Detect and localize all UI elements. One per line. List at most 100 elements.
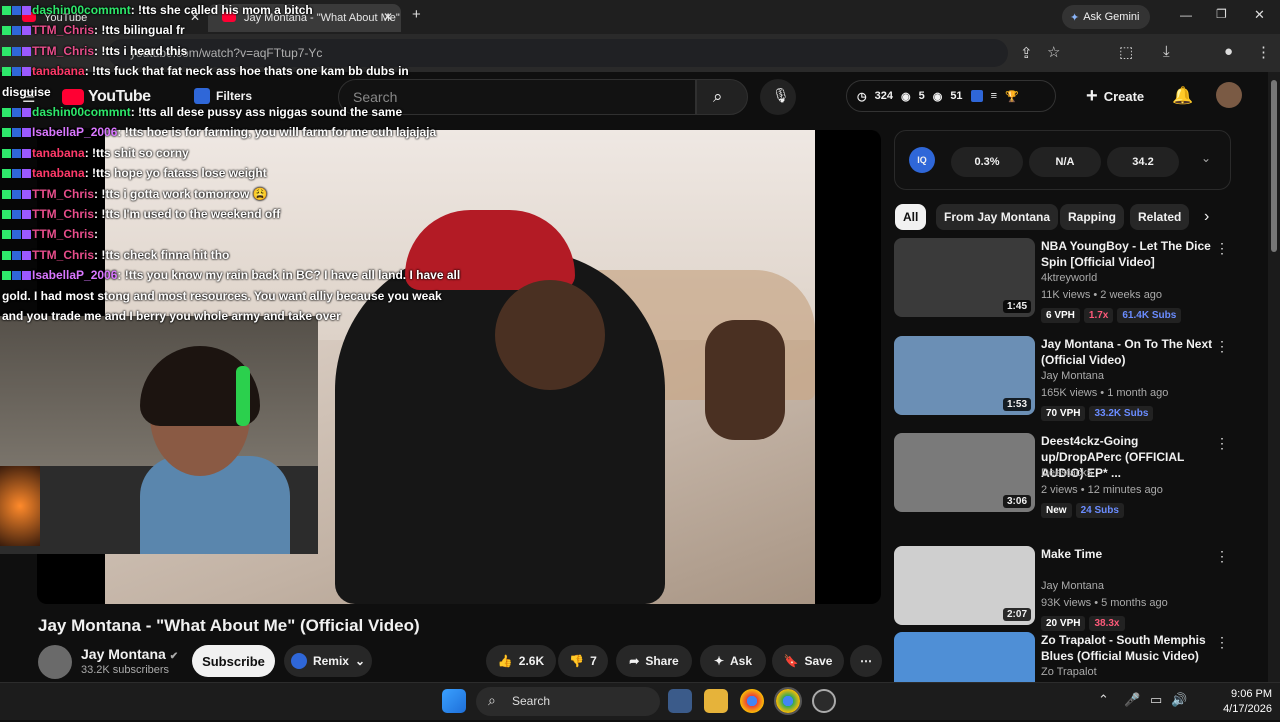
chat-line: IsabellaP_2006: !tts you know my rain ba… [0, 265, 460, 285]
ask-button[interactable]: ✦ Ask [700, 645, 766, 677]
chat-badge-icon [12, 67, 21, 77]
channel-stats-widget[interactable]: ◷ 324 ◉ 5 ◉ 51 ≡ 🏆 [846, 80, 1056, 112]
rec-title[interactable]: NBA YoungBoy - Let The Dice Spin [Offici… [1041, 238, 1213, 270]
chip-from-channel[interactable]: From Jay Montana [936, 204, 1059, 230]
network-icon[interactable]: ▭ [1150, 692, 1162, 708]
subscribe-button[interactable]: Subscribe [192, 645, 275, 677]
rec-tag: 24 Subs [1075, 503, 1124, 518]
chat-message: : !tts hoe is for farming, you will farm… [117, 125, 437, 140]
chat-line: tanabana: !tts fuck that fat neck ass ho… [0, 61, 430, 81]
more-actions-button[interactable]: ⋯ [850, 645, 882, 677]
chat-badge-icon [12, 26, 21, 36]
rec-more-icon[interactable]: ⋮ [1215, 338, 1229, 355]
chevron-right-icon[interactable]: › [1204, 208, 1209, 226]
chat-username: IsabellaP_2006 [32, 125, 118, 140]
rec-more-icon[interactable]: ⋮ [1215, 435, 1229, 452]
rec-channel[interactable]: Deestacks [1041, 467, 1092, 479]
close-window-icon[interactable]: ✕ [1254, 7, 1265, 23]
chip-rapping[interactable]: Rapping [1060, 204, 1124, 230]
rec-channel[interactable]: Zo Trapalot [1041, 666, 1097, 678]
extension-icon[interactable]: ⬚ [1119, 43, 1133, 61]
maximize-icon[interactable]: ❐ [1216, 7, 1227, 21]
search-icon: ⌕ [713, 87, 723, 106]
tray-chevron-icon[interactable]: ⌃ [1098, 692, 1109, 708]
create-button[interactable]: + Create [1076, 78, 1156, 114]
download-icon[interactable]: ⤓ [1163, 43, 1170, 60]
channel-name[interactable]: Jay Montana ✔ [81, 646, 178, 662]
stat-views: 324 [874, 90, 893, 102]
rec-tag: 33.2K Subs [1089, 406, 1154, 421]
list-icon: ≡ [990, 90, 997, 102]
rec-tags: 20 VPH 38.3x [1041, 616, 1125, 631]
app-icon[interactable] [812, 689, 836, 713]
rec-channel[interactable]: Jay Montana [1041, 370, 1104, 382]
search-button[interactable]: ⌕ [696, 79, 748, 115]
recommendation-item[interactable]: 3:06 Deest4ckz-Going up/DropAPerc (OFFICI… [894, 433, 1254, 523]
file-explorer-icon[interactable] [704, 689, 728, 713]
share-button[interactable]: ➦ Share [616, 645, 692, 677]
rec-tag: 20 VPH [1041, 616, 1086, 631]
channel-avatar[interactable] [38, 645, 72, 679]
chat-badge-icon [12, 46, 21, 56]
chat-message: : [94, 227, 99, 242]
chip-all[interactable]: All [895, 204, 927, 230]
plus-icon: + [1086, 84, 1098, 107]
dislike-button[interactable]: 👎 7 [558, 645, 608, 677]
chat-message: : !tts fuck that fat neck ass hoe thats … [84, 64, 409, 79]
chat-message: : !tts you know my rain back in BC? I ha… [117, 268, 461, 283]
chip-related[interactable]: Related [1130, 204, 1190, 230]
chat-badge-icon [2, 26, 11, 36]
rec-channel[interactable]: Jay Montana [1041, 580, 1104, 592]
bookmark-star-icon[interactable]: ☆ [1047, 43, 1060, 61]
chat-username: TTM_Chris [32, 186, 95, 201]
start-menu-icon[interactable] [442, 689, 466, 713]
menu-kebab-icon[interactable]: ⋮ [1256, 43, 1271, 61]
chat-badge-icon [22, 271, 31, 281]
iq-stats-panel: IQ 0.3% N/A 34.2 ⌄ [894, 130, 1231, 190]
rec-thumbnail[interactable]: 1:53 [894, 336, 1035, 415]
rec-thumbnail[interactable]: 2:07 [894, 546, 1035, 625]
rec-title[interactable]: Jay Montana - On To The Next (Official V… [1041, 336, 1213, 368]
clock-icon: ◷ [857, 90, 867, 103]
chat-badge-icon [2, 210, 11, 220]
recommendation-item[interactable]: 2:07 Make Time Jay Montana 93K views • 5 mo… [894, 546, 1254, 636]
user-avatar[interactable] [1216, 82, 1242, 108]
channel-name-text: Jay Montana [81, 646, 166, 662]
profile-icon[interactable]: ● [1224, 43, 1233, 60]
save-button[interactable]: 🔖 Save [772, 645, 844, 677]
system-clock[interactable]: 9:06 PM 4/17/2026 [1196, 687, 1272, 717]
remix-button[interactable]: Remix ⌄ [284, 645, 372, 677]
like-button[interactable]: 👍 2.6K [486, 645, 556, 677]
chat-username: tanabana [32, 64, 85, 79]
chrome-active-icon[interactable] [774, 687, 802, 715]
scrollbar-thumb[interactable] [1271, 80, 1277, 252]
rec-more-icon[interactable]: ⋮ [1215, 240, 1229, 257]
rec-more-icon[interactable]: ⋮ [1215, 548, 1229, 565]
recommendation-item[interactable]: 1:53 Jay Montana - On To The Next (Offici… [894, 336, 1254, 426]
chat-line: dashin00commnt: !tts she called his mom … [0, 0, 430, 20]
rec-channel[interactable]: 4ktreyworld [1041, 272, 1097, 284]
rec-thumbnail[interactable]: 1:45 [894, 238, 1035, 317]
dislike-count: 7 [590, 654, 597, 668]
rec-title[interactable]: Zo Trapalot - South Memphis Blues (Offic… [1041, 632, 1213, 664]
chrome-icon[interactable] [740, 689, 764, 713]
taskbar-search[interactable]: ⌕ Search [476, 687, 660, 716]
voice-search-button[interactable]: 🎙 [760, 79, 796, 115]
chat-badge-icon [22, 148, 31, 158]
notifications-bell-icon[interactable]: 🔔 [1172, 86, 1193, 106]
video-hand [705, 320, 785, 440]
rec-title[interactable]: Make Time [1041, 546, 1213, 562]
rec-thumbnail[interactable]: 3:06 [894, 433, 1035, 512]
ask-gemini-button[interactable]: ✦ Ask Gemini [1062, 5, 1150, 29]
chevron-down-icon[interactable]: ⌄ [1201, 151, 1211, 165]
recommendation-item[interactable]: 1:45 NBA YoungBoy - Let The Dice Spin [Of… [894, 238, 1254, 328]
chat-badge-icon [22, 6, 31, 15]
volume-icon[interactable]: 🔊 [1171, 692, 1187, 708]
store-icon[interactable] [668, 689, 692, 713]
microphone-tray-icon[interactable]: 🎤 [1124, 692, 1140, 708]
install-icon[interactable]: ⇪ [1020, 44, 1033, 62]
chat-badge-icon [12, 169, 21, 179]
minimize-icon[interactable]: — [1180, 8, 1192, 22]
rec-more-icon[interactable]: ⋮ [1215, 634, 1229, 651]
thumbs-up-icon: 👍 [497, 654, 513, 668]
